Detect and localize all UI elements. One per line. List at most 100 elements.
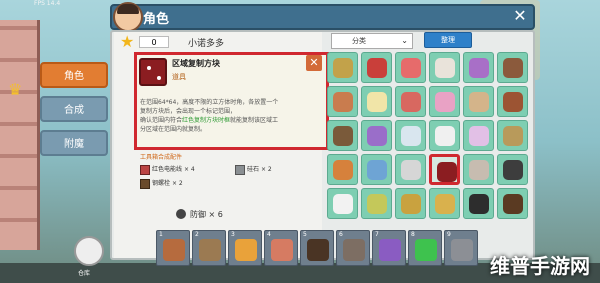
desc-text-2: 就能复制该区域工 — [230, 117, 279, 124]
inventory-slot-selected[interactable] — [429, 154, 460, 185]
inventory-slot[interactable] — [395, 86, 426, 117]
crystal-icon — [367, 160, 387, 180]
material-qty: × 2 — [260, 166, 272, 173]
inventory-slot[interactable] — [497, 52, 528, 83]
inventory-slot[interactable] — [361, 52, 392, 83]
inventory-slot[interactable] — [497, 86, 528, 117]
inventory-slot[interactable] — [395, 188, 426, 219]
grass-icon — [367, 194, 387, 214]
nut-icon — [503, 58, 523, 78]
slot-number: 8 — [411, 231, 415, 238]
slot-number: 1 — [159, 231, 163, 238]
hotbar-slot[interactable]: 4 — [264, 230, 298, 266]
tab-character[interactable]: 角色 — [40, 62, 108, 88]
torch-icon — [235, 239, 257, 261]
desc-line-2: 复制方块后，会出现一个标记范围， — [140, 108, 237, 115]
inventory-slot[interactable] — [429, 52, 460, 83]
player-name: 小诺多多 — [188, 39, 225, 49]
category-value: 分类 — [352, 37, 366, 45]
inventory-slot[interactable] — [463, 52, 494, 83]
mug-icon — [469, 92, 489, 112]
rice-bowl-icon — [333, 194, 353, 214]
inventory-slot[interactable] — [429, 188, 460, 219]
defense-label: 防御 — [190, 210, 206, 219]
hotbar-slot[interactable]: 2 — [192, 230, 226, 266]
hotbar-slot[interactable]: 1 — [156, 230, 190, 266]
inventory-slot[interactable] — [327, 86, 358, 117]
material-qty: × 2 — [171, 180, 183, 187]
dirt-block-icon — [503, 194, 523, 214]
title-bar — [110, 4, 535, 30]
teapot-icon — [401, 160, 421, 180]
sort-button[interactable]: 整理 — [424, 32, 472, 48]
inventory-slot[interactable] — [395, 120, 426, 151]
inventory-grid — [327, 52, 533, 234]
inventory-slot[interactable] — [463, 120, 494, 151]
defense-stat: 防御 × 6 — [190, 209, 223, 220]
hotbar-slot[interactable]: 8 — [408, 230, 442, 266]
wing-icon — [435, 126, 455, 146]
inventory-slot[interactable] — [327, 52, 358, 83]
tooltip-item-type: 道具 — [172, 73, 186, 81]
feather-icon — [367, 126, 387, 146]
berry-icon — [367, 58, 387, 78]
empty-slot-icon — [451, 239, 473, 261]
material-red-wire: 红色电能线 × 4 — [140, 164, 195, 175]
hotbar-slot[interactable]: 7 — [372, 230, 406, 266]
candy-icon — [435, 92, 455, 112]
inventory-slot[interactable] — [327, 120, 358, 151]
inventory-slot[interactable] — [327, 188, 358, 219]
slot-number: 5 — [303, 231, 307, 238]
fire-icon — [333, 160, 353, 180]
inventory-slot[interactable] — [463, 86, 494, 117]
wheat-icon — [401, 194, 421, 214]
hotbar-slot[interactable]: 3 — [228, 230, 262, 266]
inventory-slot[interactable] — [429, 86, 460, 117]
close-icon[interactable]: ✕ — [510, 6, 530, 26]
slot-number: 2 — [195, 231, 199, 238]
inventory-slot[interactable] — [395, 154, 426, 185]
tab-crafting[interactable]: 合成 — [40, 96, 108, 122]
tooltip-item-name: 区域复制方块 — [172, 59, 220, 68]
grape-icon — [469, 58, 489, 78]
inventory-slot[interactable] — [361, 120, 392, 151]
hotbar-slot[interactable]: 6 — [336, 230, 370, 266]
steak-icon — [333, 92, 353, 112]
star-icon: ★ — [120, 32, 135, 51]
desc-line-3: 确认范围内符合红色复制方块时框就能复制该区域工 — [140, 116, 325, 125]
warehouse-button[interactable] — [74, 236, 104, 266]
drumstick-icon — [271, 239, 293, 261]
inventory-slot[interactable] — [463, 188, 494, 219]
inventory-slot[interactable] — [497, 120, 528, 151]
hotbar-slot[interactable]: 5 — [300, 230, 334, 266]
material-bolt: 钢螺栓 × 2 — [140, 178, 183, 189]
stone-icon — [343, 239, 365, 261]
hotbar: 1 2 3 4 5 6 7 8 9 — [156, 230, 486, 268]
tooltip-close-icon[interactable]: ✕ — [306, 55, 322, 71]
tooltip-description: 在范围64*64，高度不限的立方体时角，各放置一个 复制方块后，会出现一个标记范… — [140, 98, 325, 134]
ham-icon — [401, 92, 421, 112]
inventory-slot[interactable] — [361, 188, 392, 219]
desc-highlight: 红色复制方块时框 — [182, 117, 231, 124]
inventory-slot[interactable] — [361, 86, 392, 117]
inventory-slot[interactable] — [497, 154, 528, 185]
inventory-slot[interactable] — [327, 154, 358, 185]
inventory-slot[interactable] — [497, 188, 528, 219]
desc-text: 确认范围内符合 — [140, 117, 183, 124]
material-name: 红色电能线 — [152, 166, 183, 173]
inventory-slot[interactable] — [429, 120, 460, 151]
inventory-slot[interactable] — [361, 154, 392, 185]
tab-enchant[interactable]: 附魔 — [40, 130, 108, 156]
material-name: 硅石 — [247, 166, 260, 173]
category-dropdown[interactable]: 分类 ⌄ — [331, 33, 413, 49]
inventory-slot[interactable] — [395, 52, 426, 83]
bat-icon — [503, 160, 523, 180]
slot-number: 3 — [231, 231, 235, 238]
inventory-slot[interactable] — [463, 154, 494, 185]
hotbar-slot[interactable]: 9 — [444, 230, 478, 266]
watermark: 维普手游网 — [490, 254, 590, 278]
coin-count: 0 — [139, 36, 169, 48]
material-silica: 硅石 × 2 — [235, 164, 272, 175]
bone-icon — [401, 126, 421, 146]
area-copy-block-icon — [437, 162, 457, 182]
